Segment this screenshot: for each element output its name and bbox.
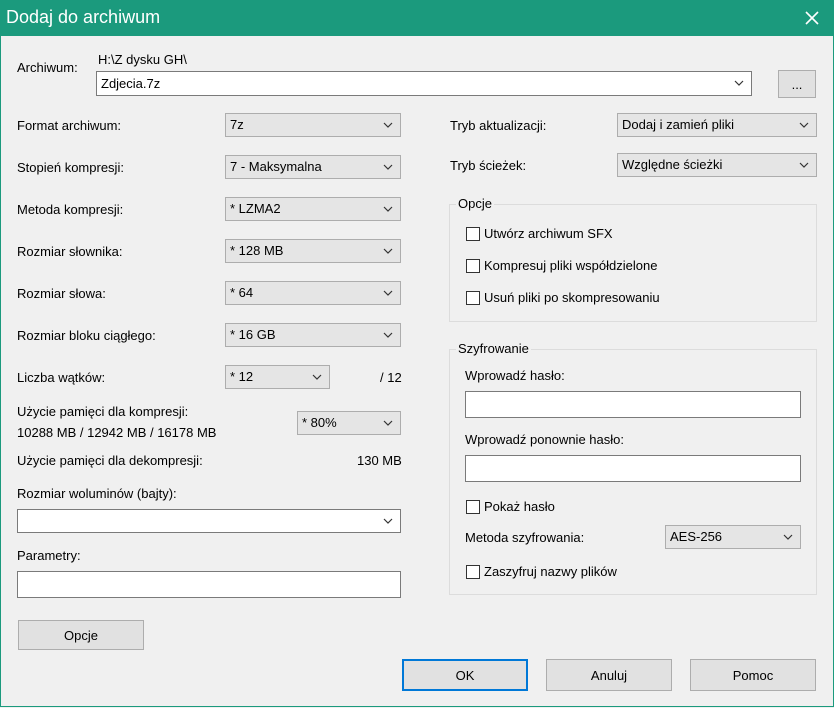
window-title: Dodaj do archiwum xyxy=(6,7,161,27)
shared-label: Kompresuj pliki współdzielone xyxy=(484,258,658,273)
format-select[interactable]: 7z xyxy=(225,113,401,137)
chevron-down-icon xyxy=(383,122,393,128)
volumes-combo[interactable] xyxy=(17,509,401,533)
chevron-down-icon xyxy=(734,80,744,86)
chevron-down-icon xyxy=(383,164,393,170)
ok-button[interactable]: OK xyxy=(402,659,528,691)
mem-comp-detail: 10288 MB / 12942 MB / 16178 MB xyxy=(17,425,217,440)
sfx-checkbox[interactable] xyxy=(466,227,480,241)
word-label: Rozmiar słowa: xyxy=(17,286,106,301)
word-select[interactable]: * 64 xyxy=(225,281,401,305)
level-value: 7 - Maksymalna xyxy=(230,159,322,174)
repeat-password-input[interactable] xyxy=(465,455,801,482)
password-label: Wprowadź hasło: xyxy=(465,368,565,383)
options-group-title: Opcje xyxy=(456,196,494,212)
mem-comp-label: Użycie pamięci dla kompresji: xyxy=(17,404,189,419)
encrypt-names-label: Zaszyfruj nazwy plików xyxy=(484,564,617,579)
encryption-method-select[interactable]: AES-256 xyxy=(665,525,801,549)
cancel-button-label: Anuluj xyxy=(590,667,628,683)
encryption-method-label: Metoda szyfrowania: xyxy=(465,530,585,545)
close-button[interactable] xyxy=(790,0,834,36)
format-value: 7z xyxy=(230,117,244,132)
path-mode-select[interactable]: Względne ścieżki xyxy=(617,153,817,177)
block-select[interactable]: * 16 GB xyxy=(225,323,401,347)
shared-checkbox[interactable] xyxy=(466,259,480,273)
word-value: * 64 xyxy=(230,285,254,300)
chevron-down-icon xyxy=(783,534,793,540)
show-password-checkbox[interactable] xyxy=(466,500,480,514)
password-input[interactable] xyxy=(465,391,801,418)
options-button-label: Opcje xyxy=(64,627,98,643)
help-button-label: Pomoc xyxy=(732,667,774,683)
chevron-down-icon xyxy=(383,332,393,338)
delete-checkbox[interactable] xyxy=(466,291,480,305)
params-input[interactable] xyxy=(17,571,401,598)
ok-button-label: OK xyxy=(455,667,475,683)
archive-name-value: Zdjecia.7z xyxy=(101,76,161,91)
mem-decomp-value: 130 MB xyxy=(357,453,402,468)
chevron-down-icon xyxy=(383,518,393,524)
params-label: Parametry: xyxy=(17,548,81,563)
level-label: Stopień kompresji: xyxy=(17,160,124,175)
options-button[interactable]: Opcje xyxy=(18,620,144,650)
threads-max: / 12 xyxy=(380,370,402,385)
archive-path: H:\Z dysku GH\ xyxy=(98,52,187,67)
update-mode-label: Tryb aktualizacji: xyxy=(450,118,547,133)
chevron-down-icon xyxy=(799,162,809,168)
mem-decomp-label: Użycie pamięci dla dekompresji: xyxy=(17,453,203,468)
encryption-method-value: AES-256 xyxy=(670,529,723,544)
help-button[interactable]: Pomoc xyxy=(690,659,816,691)
path-mode-value: Względne ścieżki xyxy=(622,157,723,172)
threads-select[interactable]: * 12 xyxy=(225,365,330,389)
delete-label: Usuń pliki po skompresowaniu xyxy=(484,290,660,305)
mem-comp-select[interactable]: * 80% xyxy=(297,411,401,435)
mem-comp-value: * 80% xyxy=(302,415,337,430)
repeat-password-label: Wprowadź ponownie hasło: xyxy=(465,432,624,447)
format-label: Format archiwum: xyxy=(17,118,122,133)
sfx-label: Utwórz archiwum SFX xyxy=(484,226,613,241)
path-mode-label: Tryb ścieżek: xyxy=(450,158,527,173)
dict-select[interactable]: * 128 MB xyxy=(225,239,401,263)
archive-name-combo[interactable]: Zdjecia.7z xyxy=(96,71,752,96)
chevron-down-icon xyxy=(383,290,393,296)
threads-value: * 12 xyxy=(230,369,254,384)
chevron-down-icon xyxy=(383,248,393,254)
archive-label: Archiwum: xyxy=(17,60,78,75)
browse-button[interactable]: ... xyxy=(778,70,816,98)
chevron-down-icon xyxy=(383,420,393,426)
cancel-button[interactable]: Anuluj xyxy=(546,659,672,691)
threads-label: Liczba wątków: xyxy=(17,370,106,385)
method-label: Metoda kompresji: xyxy=(17,202,124,217)
method-select[interactable]: * LZMA2 xyxy=(225,197,401,221)
dict-value: * 128 MB xyxy=(230,243,284,258)
update-mode-select[interactable]: Dodaj i zamień pliki xyxy=(617,113,817,137)
dict-label: Rozmiar słownika: xyxy=(17,244,123,259)
close-icon xyxy=(805,11,819,25)
volumes-label: Rozmiar woluminów (bajty): xyxy=(17,486,177,501)
block-label: Rozmiar bloku ciągłego: xyxy=(17,328,156,343)
method-value: * LZMA2 xyxy=(230,201,281,216)
level-select[interactable]: 7 - Maksymalna xyxy=(225,155,401,179)
encryption-group-title: Szyfrowanie xyxy=(456,341,531,357)
chevron-down-icon xyxy=(383,206,393,212)
update-mode-value: Dodaj i zamień pliki xyxy=(622,117,734,132)
encrypt-names-checkbox[interactable] xyxy=(466,565,480,579)
browse-button-label: ... xyxy=(791,76,803,92)
chevron-down-icon xyxy=(799,122,809,128)
chevron-down-icon xyxy=(312,374,322,380)
block-value: * 16 GB xyxy=(230,327,276,342)
show-password-label: Pokaż hasło xyxy=(484,499,555,514)
